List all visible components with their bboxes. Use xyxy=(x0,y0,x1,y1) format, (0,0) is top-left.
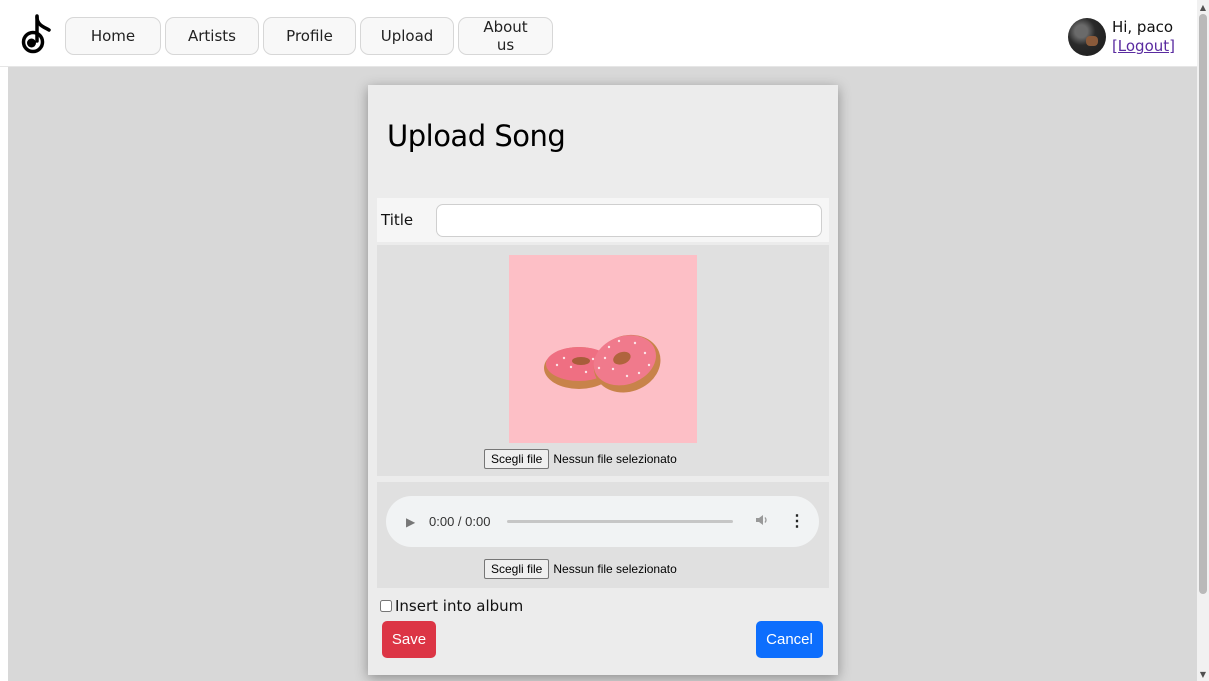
main-nav: Home Artists Profile Upload About us xyxy=(65,17,553,55)
cover-file-picker: Scegli file Nessun file selezionato xyxy=(484,449,677,469)
title-row: Title xyxy=(377,198,829,242)
user-menu: Hi, paco [Logout] xyxy=(1067,18,1175,56)
user-avatar xyxy=(1067,18,1106,56)
nav-about-button[interactable]: About us xyxy=(458,17,553,55)
music-note-logo-icon[interactable] xyxy=(18,13,54,55)
title-label: Title xyxy=(381,211,414,229)
audio-file-status: Nessun file selezionato xyxy=(553,562,677,576)
cover-file-status: Nessun file selezionato xyxy=(553,452,677,466)
audio-time: 0:00 / 0:00 xyxy=(429,514,491,529)
audio-panel: ▶ 0:00 / 0:00 ⋮ Scegli file Nessun file … xyxy=(377,482,829,588)
logout-link[interactable]: [Logout] xyxy=(1112,37,1175,56)
choose-cover-file-button[interactable]: Scegli file xyxy=(484,449,550,469)
nav-artists-button[interactable]: Artists xyxy=(165,17,259,55)
nav-profile-button[interactable]: Profile xyxy=(263,17,356,55)
title-input[interactable] xyxy=(436,203,822,237)
upload-song-card: Upload Song Title Scegli file Nessun fil… xyxy=(368,85,838,675)
page-title: Upload Song xyxy=(387,119,566,153)
volume-icon[interactable] xyxy=(755,514,771,529)
scroll-up-icon[interactable]: ▲ xyxy=(1197,1,1209,13)
vertical-scrollbar[interactable]: ▲ ▼ xyxy=(1197,0,1209,681)
cover-image xyxy=(509,255,697,443)
audio-file-picker: Scegli file Nessun file selezionato xyxy=(484,559,677,579)
top-navbar: Home Artists Profile Upload About us Hi,… xyxy=(0,0,1197,67)
cover-image-panel: Scegli file Nessun file selezionato xyxy=(377,245,829,476)
nav-home-button[interactable]: Home xyxy=(65,17,161,55)
insert-into-album-checkbox[interactable] xyxy=(380,600,392,612)
more-options-icon[interactable]: ⋮ xyxy=(789,513,805,530)
user-greeting: Hi, paco xyxy=(1111,18,1174,36)
play-icon[interactable]: ▶ xyxy=(406,515,418,529)
nav-upload-button[interactable]: Upload xyxy=(360,17,454,55)
save-button[interactable]: Save xyxy=(382,621,436,658)
audio-player: ▶ 0:00 / 0:00 ⋮ xyxy=(386,496,819,547)
insert-album-row: Insert into album xyxy=(380,597,523,615)
insert-into-album-label: Insert into album xyxy=(395,597,524,615)
choose-audio-file-button[interactable]: Scegli file xyxy=(484,559,550,579)
cancel-button[interactable]: Cancel xyxy=(756,621,823,658)
scrollbar-thumb[interactable] xyxy=(1199,14,1207,594)
audio-progress-bar[interactable] xyxy=(507,520,733,523)
scroll-down-icon[interactable]: ▼ xyxy=(1197,668,1209,680)
